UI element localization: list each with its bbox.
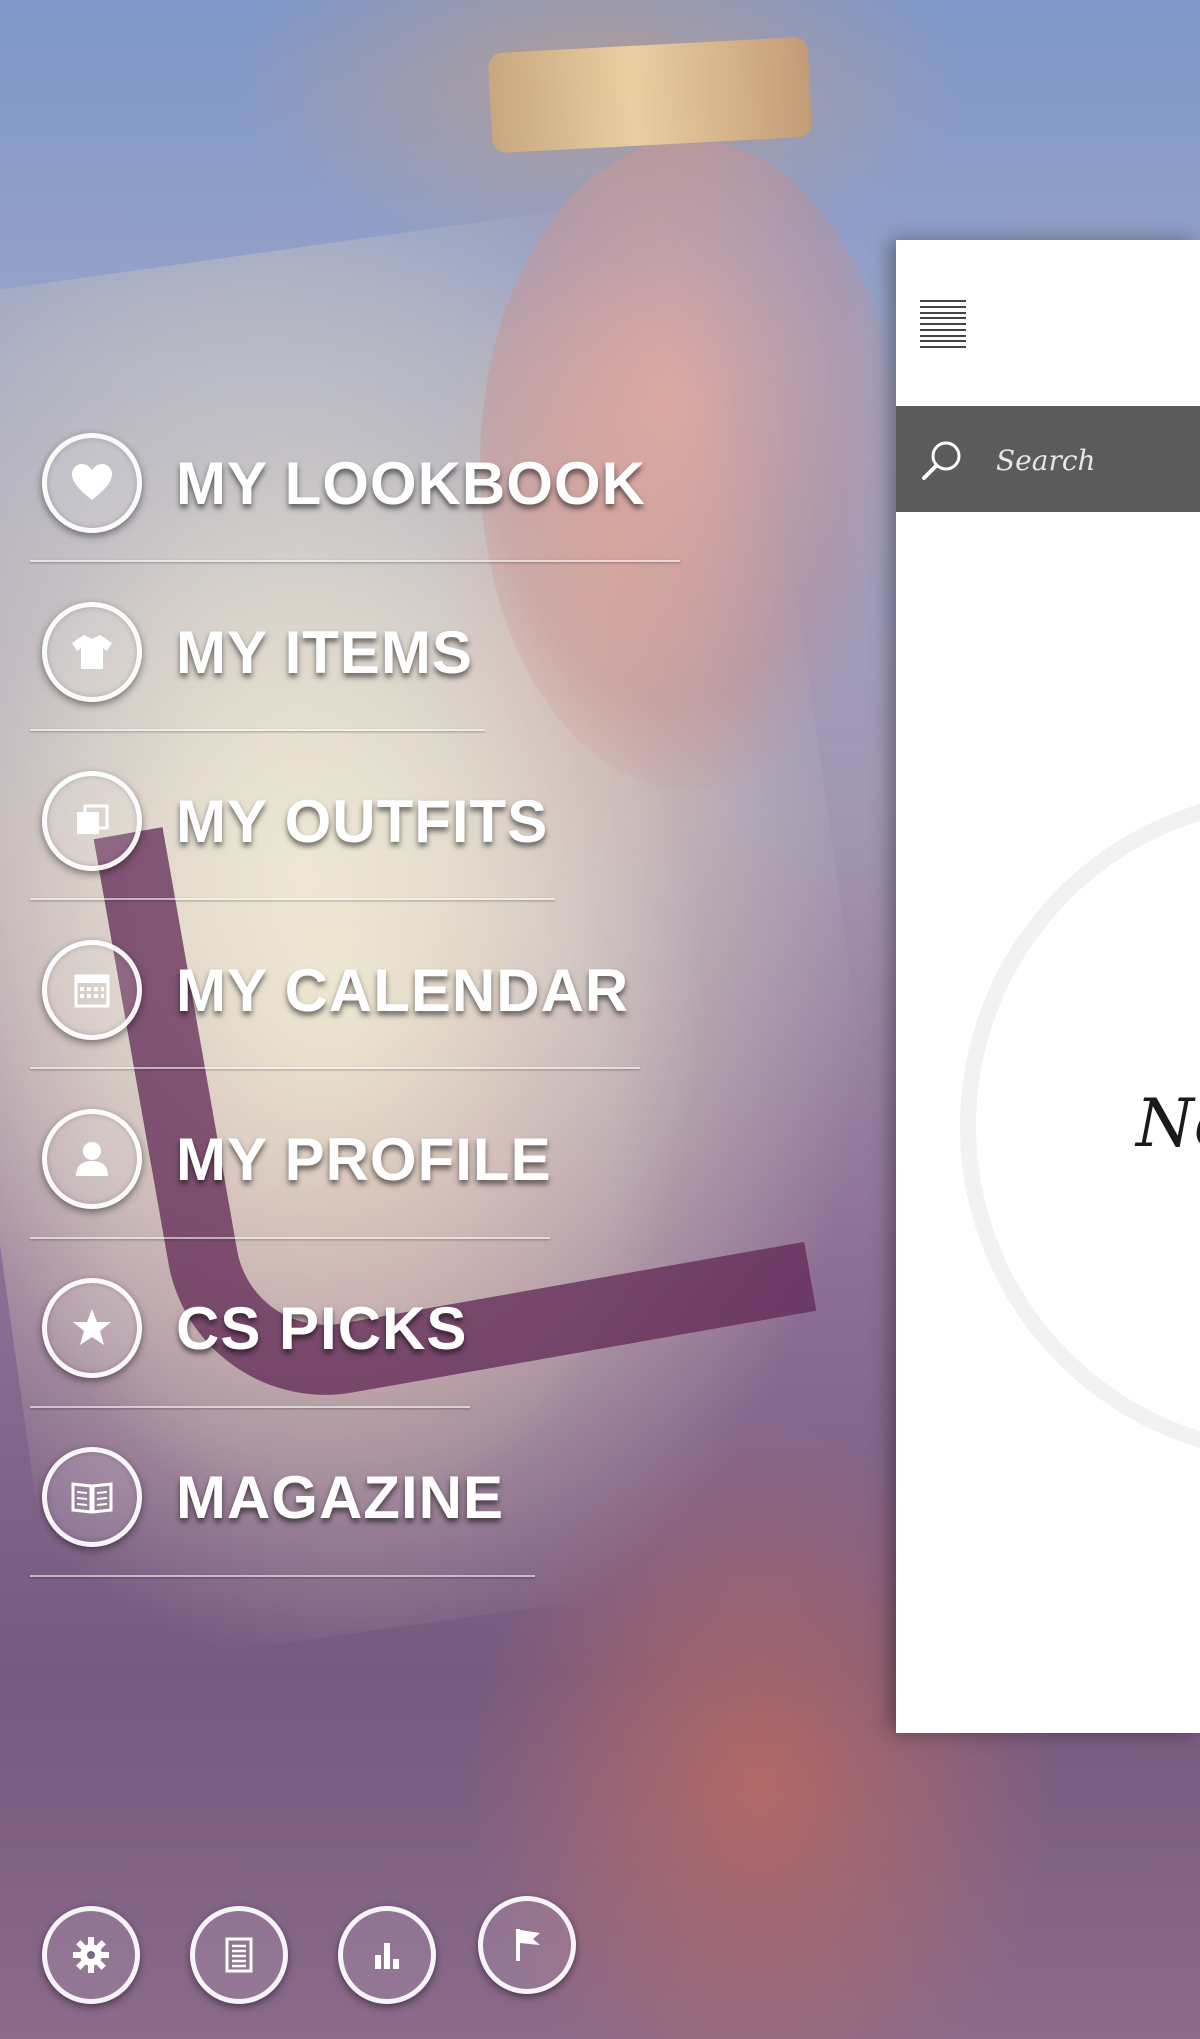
menu-item-label: CS PICKS xyxy=(176,1294,468,1362)
search-placeholder: Search xyxy=(996,444,1096,477)
empty-state-text: No xyxy=(1136,1085,1200,1162)
menu-item-label: MY PROFILE xyxy=(176,1125,552,1193)
panel-header xyxy=(896,240,1200,406)
hamburger-menu-icon[interactable] xyxy=(920,300,966,348)
settings-gear-icon[interactable] xyxy=(42,1906,140,2004)
search-icon xyxy=(922,441,961,480)
menu-divider xyxy=(30,1406,470,1408)
star-icon xyxy=(42,1278,142,1378)
flag-icon[interactable] xyxy=(478,1896,576,1994)
menu-item-label: MY CALENDAR xyxy=(176,956,630,1024)
tshirt-icon xyxy=(42,602,142,702)
bracelet-shape xyxy=(487,36,813,154)
menu-item-label: MY OUTFITS xyxy=(176,787,549,855)
menu-divider xyxy=(30,1575,535,1577)
menu-divider xyxy=(30,1237,550,1239)
menu-divider xyxy=(30,729,485,731)
menu-divider xyxy=(30,1067,640,1069)
menu-item-label: MY ITEMS xyxy=(176,618,473,686)
menu-item-label: MY LOOKBOOK xyxy=(176,449,646,517)
layers-icon xyxy=(42,771,142,871)
document-list-icon[interactable] xyxy=(190,1906,288,2004)
menu-divider xyxy=(30,898,555,900)
calendar-icon xyxy=(42,940,142,1040)
bar-chart-icon[interactable] xyxy=(338,1906,436,2004)
user-icon xyxy=(42,1109,142,1209)
book-icon xyxy=(42,1447,142,1547)
menu-item-label: MAGAZINE xyxy=(176,1463,504,1531)
menu-divider xyxy=(30,560,680,562)
content-panel: Search No xyxy=(896,240,1200,1733)
heart-icon xyxy=(42,433,142,533)
search-input[interactable]: Search xyxy=(896,406,1200,512)
